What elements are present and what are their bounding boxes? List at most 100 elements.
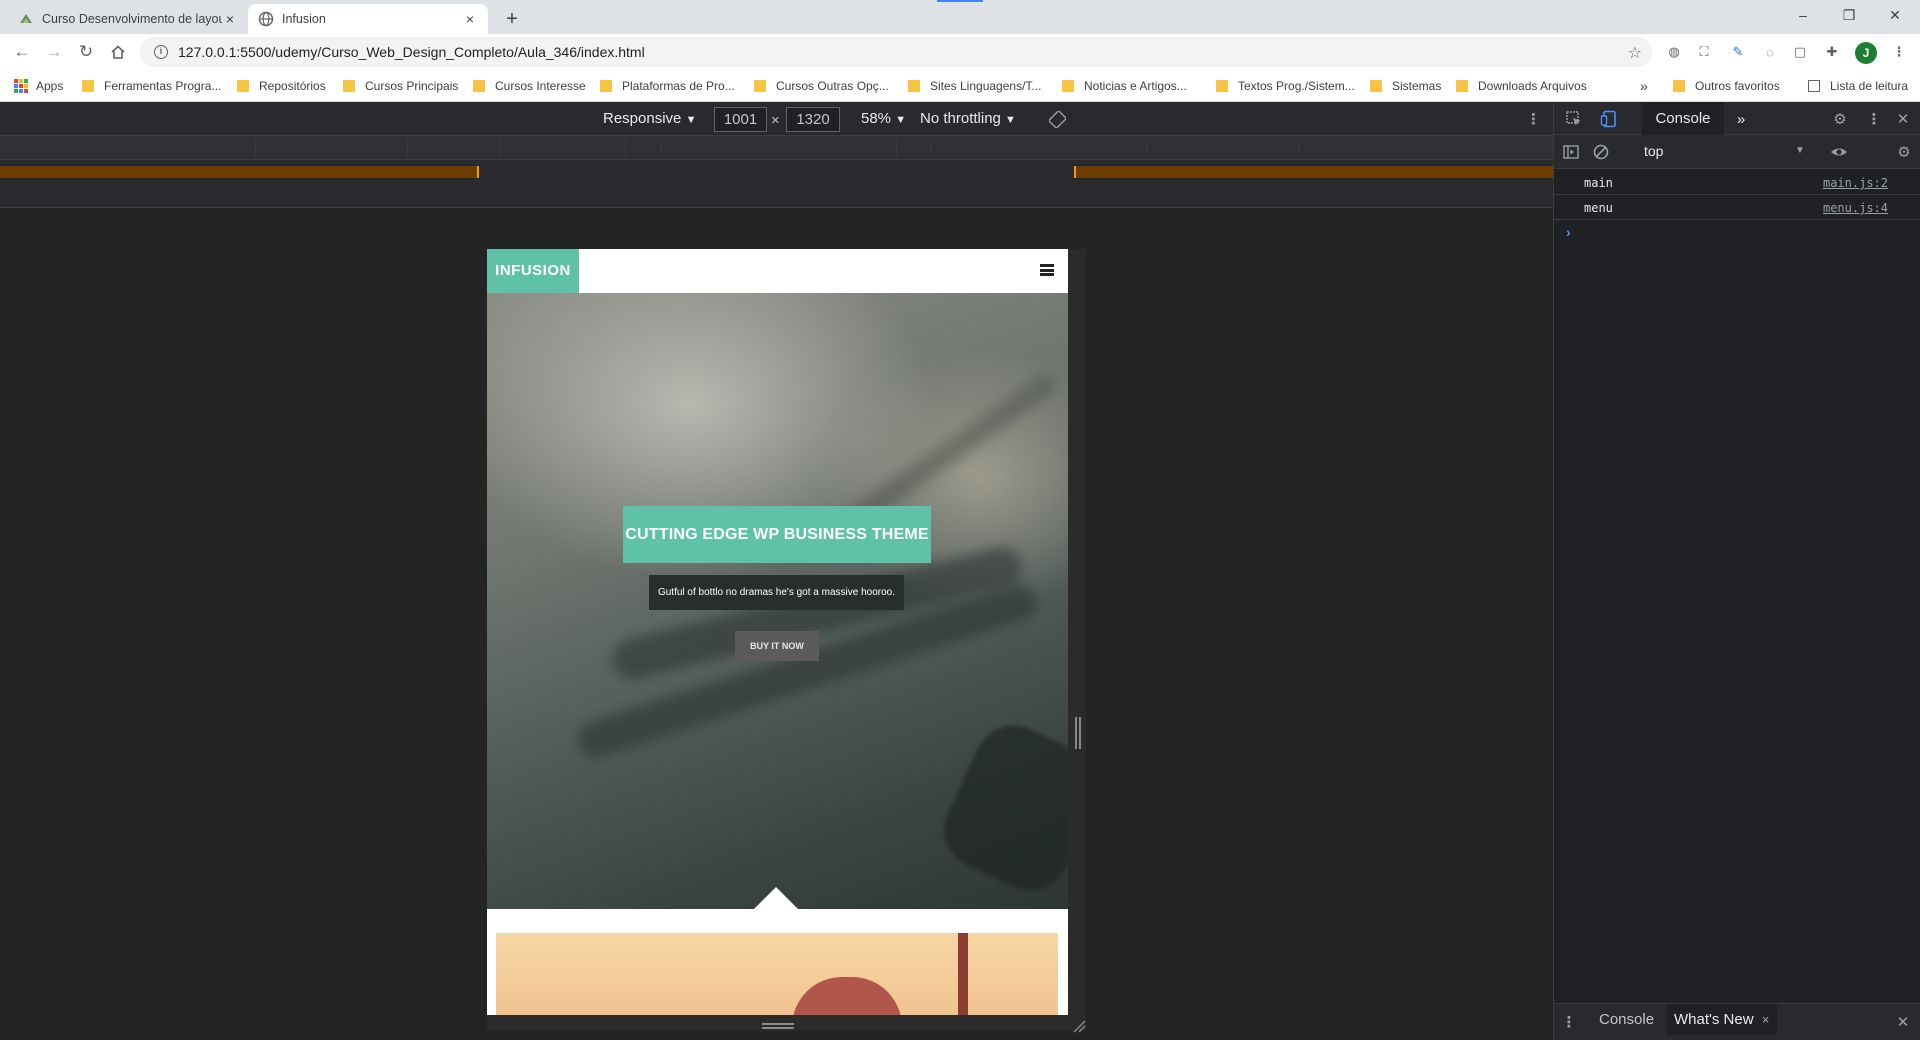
devtools-tabbar: Console » ⚙ ⋮ ✕ — [1554, 102, 1920, 135]
home-icon — [111, 45, 125, 59]
buy-now-button[interactable]: BUY IT NOW — [735, 631, 819, 661]
tab-close-icon[interactable]: × — [462, 11, 478, 27]
eye-icon[interactable] — [1830, 143, 1848, 161]
resize-handle-right[interactable] — [1075, 717, 1081, 749]
close-devtools-icon[interactable]: ✕ — [1894, 110, 1912, 128]
media-query-range-bar[interactable] — [0, 160, 1553, 184]
bookmark-folder[interactable]: Repositórios — [237, 78, 326, 94]
media-query-divider — [625, 140, 626, 156]
width-input[interactable]: 1001 — [714, 107, 767, 132]
tabstrip-indicator — [937, 0, 983, 2]
responsive-dropdown[interactable]: Responsive ▼ — [603, 110, 696, 127]
drawer-tab-whats-new[interactable]: What's New × — [1666, 1004, 1778, 1035]
sidebar-toggle-icon[interactable] — [1562, 143, 1580, 161]
rotate-icon[interactable] — [1049, 111, 1066, 128]
media-query-divider — [661, 140, 662, 156]
bookmark-folder[interactable]: Plataformas de Pro... — [600, 78, 735, 94]
back-button[interactable]: ← — [8, 38, 36, 66]
bookmarks-overflow-button[interactable]: » — [1640, 78, 1648, 94]
bookmark-folder-other[interactable]: Outros favoritos — [1673, 78, 1780, 94]
forward-button[interactable]: → — [40, 38, 68, 66]
reading-list-button[interactable]: Lista de leitura — [1808, 78, 1908, 94]
bookmark-folder[interactable]: Textos Prog./Sistem... — [1216, 78, 1355, 94]
tab-close-icon[interactable]: × — [222, 11, 238, 27]
log-message: main — [1584, 176, 1613, 190]
bookmark-label: Plataformas de Pro... — [622, 79, 735, 93]
devtools-menu-icon[interactable]: ⋮ — [1865, 110, 1883, 128]
folder-icon — [343, 80, 355, 92]
close-tab-icon[interactable]: × — [1762, 1012, 1770, 1027]
drawer-menu-icon[interactable]: ⋮ — [1560, 1013, 1578, 1031]
bookmark-folder[interactable]: Sistemas — [1370, 78, 1441, 94]
bookmark-folder[interactable]: Sites Linguagens/T... — [908, 78, 1041, 94]
folder-icon — [1062, 80, 1074, 92]
emulated-page: CUTTING EDGE WP BUSINESS THEME Gutful of… — [487, 249, 1068, 1015]
console-settings-gear-icon[interactable]: ⚙ — [1895, 143, 1913, 161]
restore-button[interactable]: ❐ — [1826, 0, 1872, 30]
caret-down-icon: ▼ — [1005, 114, 1016, 126]
bookmark-folder[interactable]: Downloads Arquivos — [1456, 78, 1587, 94]
tab-infusion[interactable]: Infusion × — [248, 4, 488, 34]
bookmark-folder[interactable]: Noticias e Artigos... — [1062, 78, 1187, 94]
device-toggle-icon[interactable] — [1600, 110, 1618, 128]
extension-icon[interactable]: ◌ — [1761, 43, 1779, 61]
minimize-button[interactable]: – — [1780, 0, 1826, 30]
bookmark-star-icon[interactable]: ☆ — [1628, 43, 1642, 63]
info-icon[interactable]: i — [154, 45, 168, 59]
bookmark-label: Cursos Principais — [365, 79, 459, 93]
folder-icon — [237, 80, 249, 92]
extension-icon[interactable]: ◍ — [1665, 43, 1683, 61]
bookmark-label: Noticias e Artigos... — [1084, 79, 1187, 93]
bookmark-label: Cursos Interesse — [495, 79, 586, 93]
console-prompt[interactable]: › — [1566, 224, 1571, 240]
site-logo[interactable]: INFUSION — [487, 249, 579, 293]
bookmark-folder[interactable]: Cursos Interesse — [473, 78, 586, 94]
portfolio-section — [487, 909, 1068, 1015]
extension-icon[interactable]: ▢ — [1791, 43, 1809, 61]
media-query-range[interactable] — [0, 166, 477, 178]
extension-icon[interactable]: ✎ — [1729, 43, 1747, 61]
clear-console-icon[interactable] — [1592, 143, 1610, 161]
log-source-link[interactable]: main.js:2 — [1823, 176, 1888, 190]
close-window-button[interactable]: ✕ — [1872, 0, 1918, 30]
tab-curso[interactable]: Curso Desenvolvimento de layou × — [8, 4, 248, 34]
address-bar[interactable]: i 127.0.0.1:5500/udemy/Curso_Web_Design_… — [140, 37, 1652, 67]
context-selector[interactable]: top — [1644, 143, 1663, 159]
screenshot-extension-icon[interactable]: ⛶ — [1695, 43, 1713, 61]
puzzle-icon[interactable]: ✚ — [1823, 43, 1841, 61]
device-toolbar-menu-icon[interactable]: ⋮ — [1526, 110, 1541, 128]
bookmark-folder[interactable]: Ferramentas Progra... — [82, 78, 221, 94]
console-log-row: menu menu.js:4 — [1554, 195, 1920, 220]
profile-avatar[interactable]: J — [1855, 42, 1877, 64]
resize-corner-icon[interactable] — [1072, 1019, 1086, 1033]
kebab-menu-icon[interactable]: ⋮ — [1890, 43, 1908, 61]
tab-title: Curso Desenvolvimento de layou — [42, 12, 222, 26]
height-input[interactable]: 1320 — [786, 107, 840, 132]
reload-button[interactable]: ↻ — [72, 38, 100, 66]
bookmark-apps[interactable]: Apps — [14, 78, 63, 94]
settings-gear-icon[interactable]: ⚙ — [1831, 110, 1849, 128]
media-query-marker — [477, 166, 479, 178]
drawer-tab-console[interactable]: Console — [1591, 1004, 1662, 1035]
home-button[interactable] — [104, 38, 132, 66]
bookmark-label: Repositórios — [259, 79, 326, 93]
bookmark-folder[interactable]: Cursos Principais — [343, 78, 458, 94]
caret-down-icon[interactable]: ▼ — [1795, 145, 1805, 156]
resize-handle-bottom[interactable] — [762, 1023, 794, 1029]
new-tab-button[interactable]: + — [498, 5, 526, 33]
bookmark-folder[interactable]: Cursos Outras Opç... — [754, 78, 889, 94]
throttling-dropdown[interactable]: No throttling ▼ — [920, 110, 1016, 127]
hamburger-menu-icon[interactable] — [1040, 263, 1054, 277]
log-source-link[interactable]: menu.js:4 — [1823, 201, 1888, 215]
media-query-range[interactable] — [1075, 166, 1553, 178]
zoom-dropdown[interactable]: 58% ▼ — [861, 110, 906, 127]
close-drawer-icon[interactable]: ✕ — [1894, 1013, 1912, 1031]
portfolio-image[interactable] — [496, 933, 1058, 1015]
tab-console[interactable]: Console — [1642, 102, 1724, 135]
hero-title: CUTTING EDGE WP BUSINESS THEME — [623, 506, 931, 563]
folder-icon — [600, 80, 612, 92]
more-tabs-button[interactable]: » — [1732, 110, 1750, 128]
bookmark-label: Sites Linguagens/T... — [930, 79, 1042, 93]
inspect-element-icon[interactable] — [1565, 110, 1583, 128]
url-text[interactable]: 127.0.0.1:5500/udemy/Curso_Web_Design_Co… — [178, 44, 645, 60]
